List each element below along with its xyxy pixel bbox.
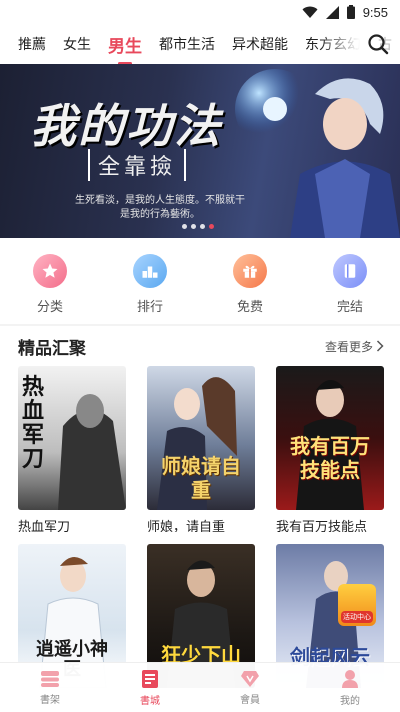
nav-label: 會員 [240, 694, 260, 706]
cover-title: 我有百万技能点 [290, 434, 370, 482]
section-header: 精品汇聚 查看更多 [18, 334, 384, 358]
quick-nav-label: 分类 [36, 299, 63, 314]
section-divider [0, 324, 400, 326]
banner-tagline: 生死看淡，是我的人生態度。不服就干 是我的行為藝術。 [40, 194, 280, 222]
banner-subtitle: 全靠撿 [88, 149, 187, 181]
status-bar: 9:55 [0, 0, 400, 24]
carousel-dot[interactable] [182, 224, 187, 229]
section-title: 精品汇聚 [18, 338, 86, 358]
quick-nav: 分类 排行 免费 完结 [0, 254, 400, 316]
carousel-dot[interactable] [191, 224, 196, 229]
nav-label: 書架 [40, 694, 60, 706]
signal-icon [325, 5, 339, 19]
book-card[interactable]: 师娘请自重 师娘，请自重 [147, 366, 255, 532]
view-more-link[interactable]: 查看更多 [325, 338, 384, 355]
banner-carousel[interactable]: 我的功法 全靠撿 生死看淡，是我的人生態度。不服就干 是我的行為藝術。 [0, 64, 400, 238]
nav-label: 我的 [340, 695, 360, 707]
book-title: 热血军刀 [18, 519, 71, 532]
cover-title: 师娘请自重 [161, 454, 241, 502]
cover-title: 热血军刀 [22, 375, 45, 472]
view-more-label: 查看更多 [324, 339, 373, 354]
quick-nav-completed[interactable]: 完结 [300, 254, 400, 316]
banner-title: 我的功法 [30, 99, 222, 153]
quick-nav-label: 排行 [136, 299, 163, 314]
book-cover: 我有百万技能点 [276, 366, 384, 510]
tab-supernatural[interactable]: 异术超能 [232, 34, 288, 54]
book-cover: 师娘请自重 [147, 366, 255, 510]
quick-nav-ranking[interactable]: 排行 [100, 254, 200, 316]
banner-tagline-line1: 生死看淡，是我的人生態度。不服就干 [75, 195, 245, 206]
star-icon [33, 254, 67, 288]
tab-urban-life[interactable]: 都市生活 [159, 34, 215, 54]
quick-nav-category[interactable]: 分类 [0, 254, 100, 316]
book-title: 师娘，请自重 [147, 519, 226, 532]
activity-center-label: 活动中心 [341, 611, 373, 623]
search-button[interactable] [366, 32, 390, 56]
quick-nav-label: 免费 [236, 299, 263, 314]
book-card[interactable]: 我有百万技能点 我有百万技能点 [276, 366, 384, 532]
clock: 9:55 [362, 4, 388, 20]
book-cover: 热血军刀 [18, 366, 126, 510]
bookstore-icon [142, 669, 158, 688]
tab-recommend[interactable]: 推薦 [18, 34, 46, 54]
carousel-dot-active[interactable] [209, 224, 214, 229]
book-grid: 热血军刀 热血军刀 师娘请自重 师娘，请自重 我有百万技能点 我有百万技能点 逍… [18, 366, 384, 688]
banner-tagline-line2: 是我的行為藝術。 [120, 209, 200, 220]
battery-icon [346, 5, 355, 19]
carousel-indicator [182, 224, 214, 229]
activity-center-badge[interactable]: 活动中心 [338, 584, 376, 626]
bookshelf-icon [41, 670, 59, 687]
diamond-icon [241, 670, 259, 687]
gift-icon [233, 254, 267, 288]
profile-icon [342, 669, 358, 688]
wifi-icon [302, 6, 318, 18]
nav-label: 書城 [140, 695, 160, 707]
bottom-nav: 書架 書城 會員 我的 [0, 662, 400, 712]
book-icon [333, 254, 367, 288]
quick-nav-label: 完结 [336, 299, 363, 314]
nav-bookshelf[interactable]: 書架 [0, 663, 100, 712]
book-card[interactable]: 热血军刀 热血军刀 [18, 366, 126, 532]
search-icon [368, 34, 389, 55]
podium-icon [133, 254, 167, 288]
tab-female[interactable]: 女生 [63, 34, 91, 54]
nav-profile[interactable]: 我的 [300, 663, 400, 712]
chevron-right-icon [376, 340, 384, 352]
tab-male[interactable]: 男生 [108, 32, 142, 57]
carousel-dot[interactable] [200, 224, 205, 229]
book-title: 我有百万技能点 [276, 519, 368, 532]
tabs-fade [320, 24, 360, 64]
nav-bookstore[interactable]: 書城 [100, 663, 200, 712]
nav-membership[interactable]: 會員 [200, 663, 300, 712]
quick-nav-free[interactable]: 免费 [200, 254, 300, 316]
